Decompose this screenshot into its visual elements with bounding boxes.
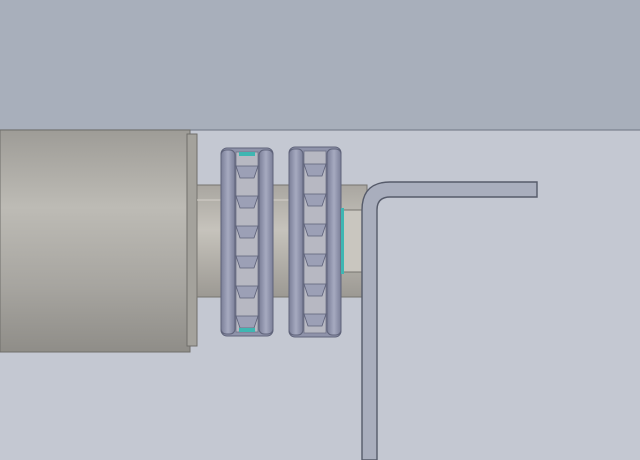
assembly-drawing: [0, 0, 640, 460]
sprocket-right: [288, 146, 344, 338]
cad-viewport[interactable]: [0, 0, 640, 460]
roller-drum: [0, 129, 198, 353]
sprocket-left: [220, 147, 274, 337]
upper-plate: [0, 0, 640, 130]
